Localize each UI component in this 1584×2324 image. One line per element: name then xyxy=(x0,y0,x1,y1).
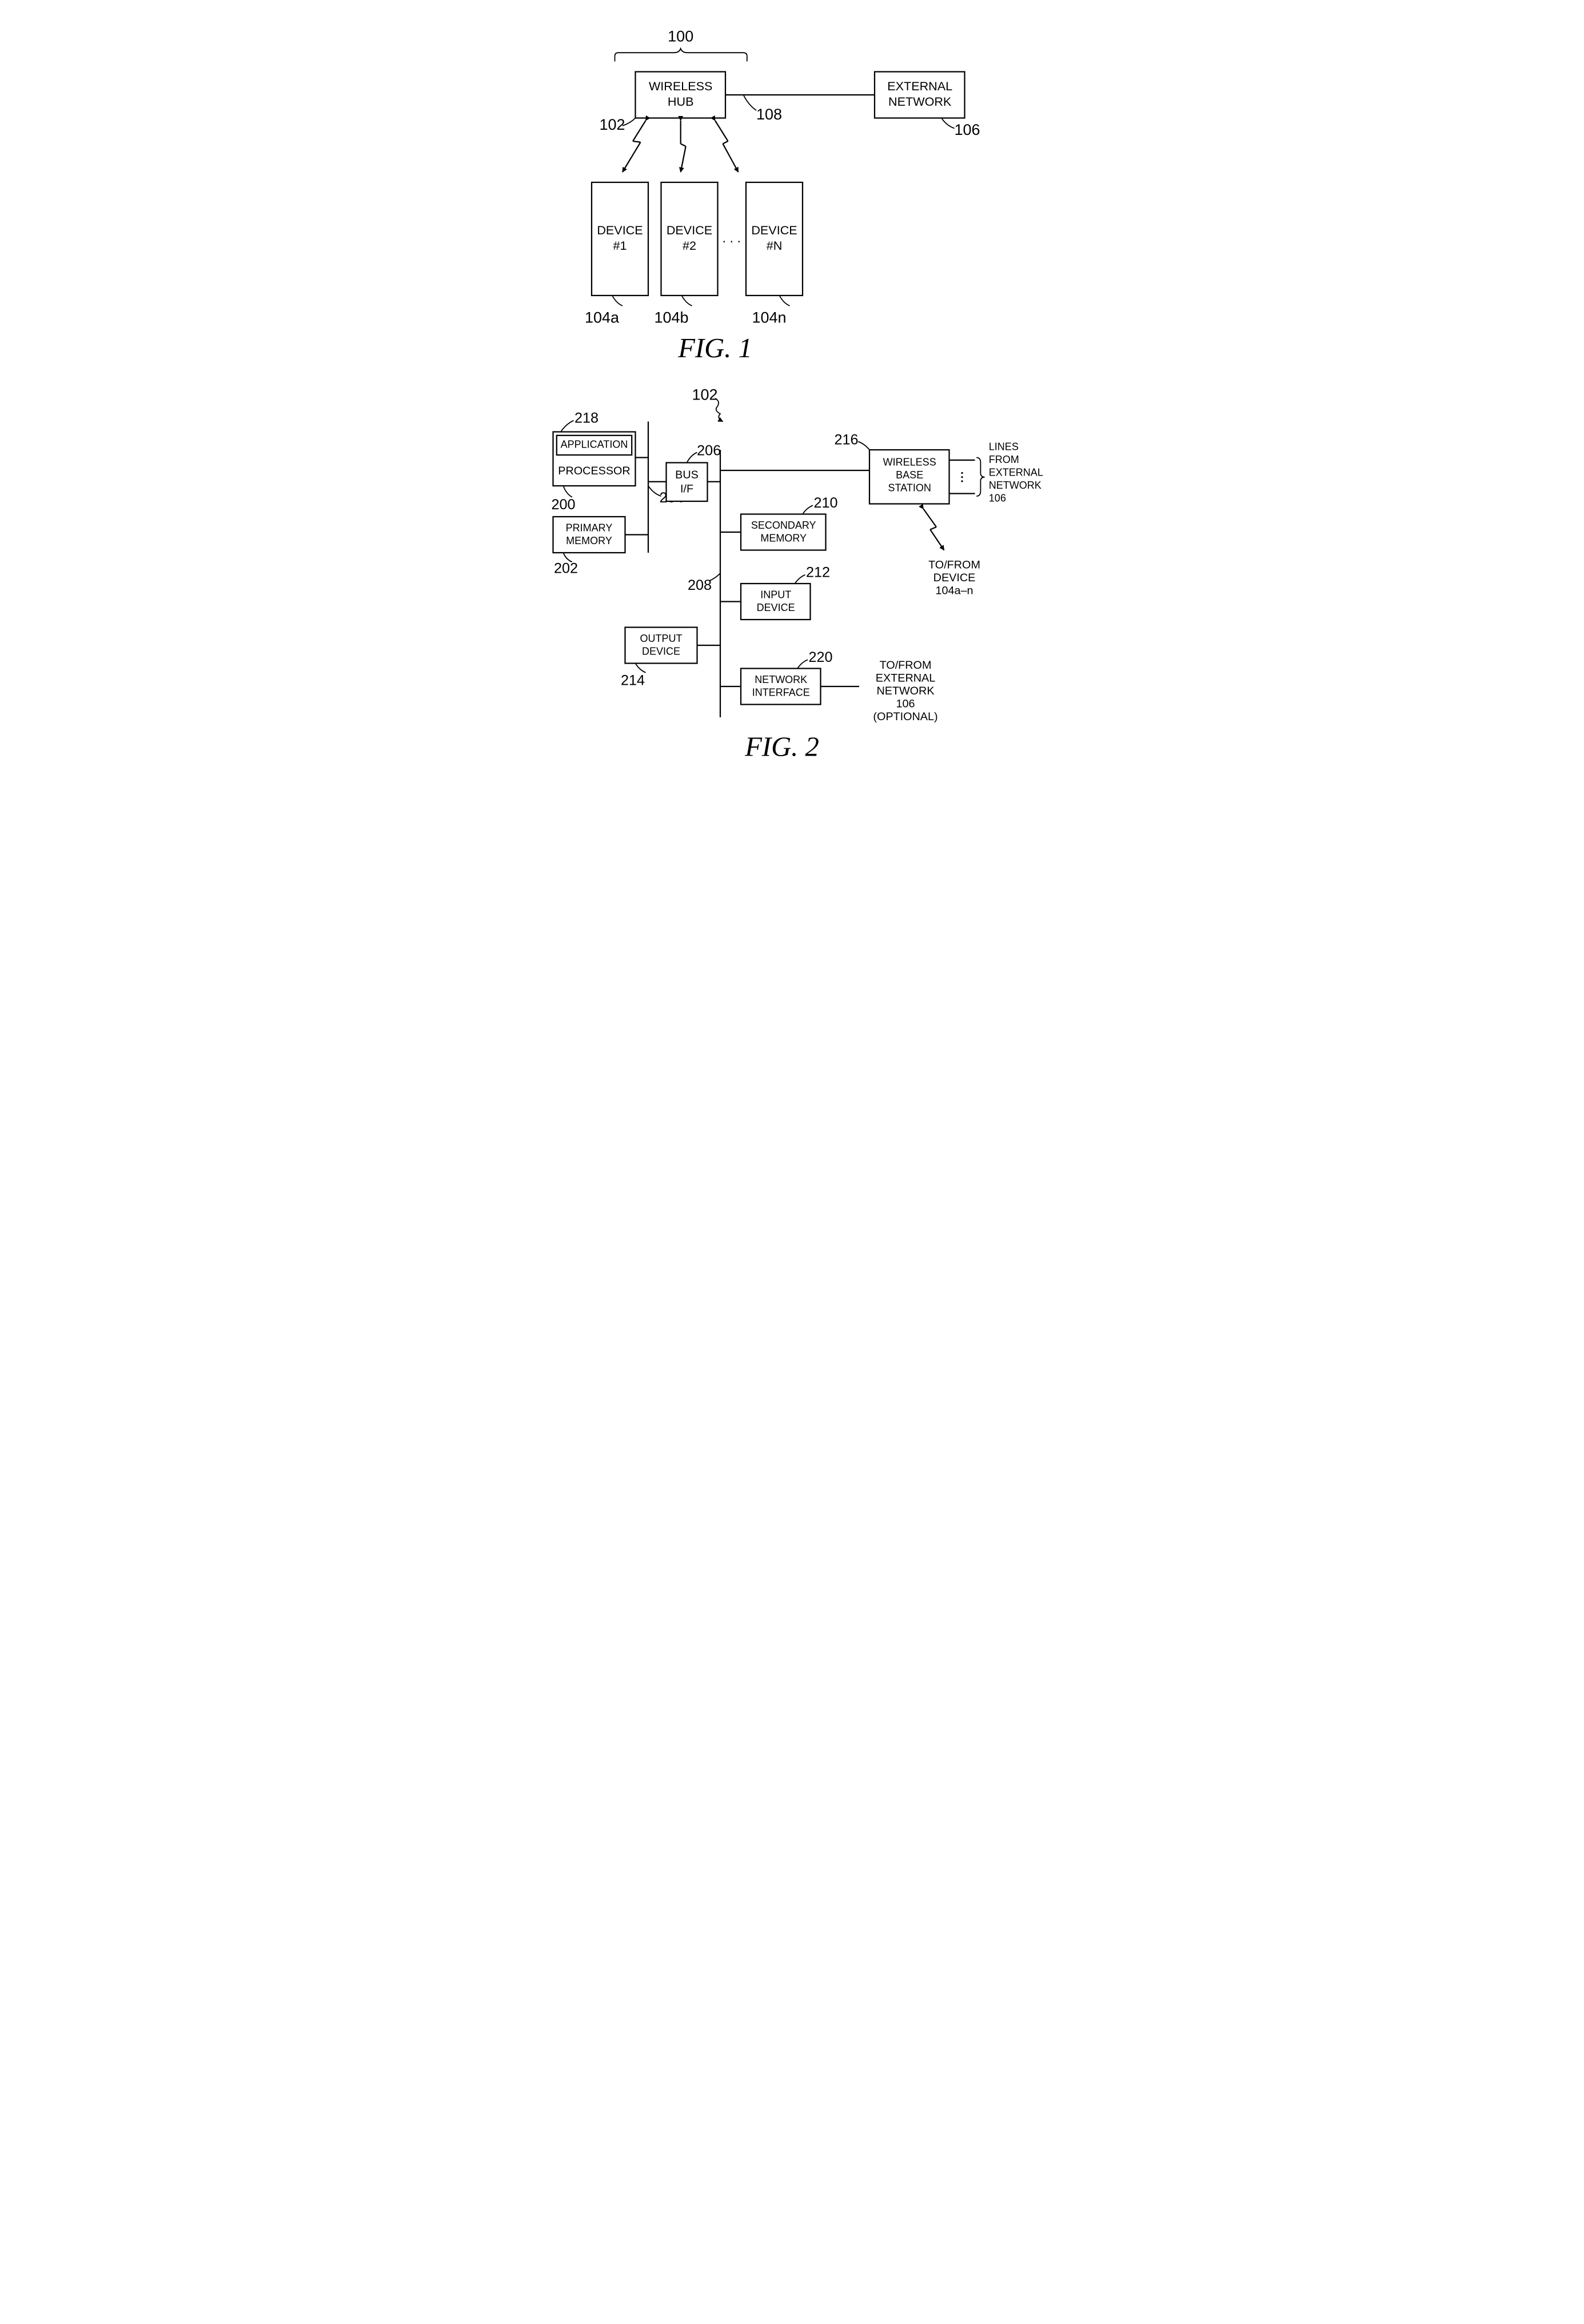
svg-text:INPUT: INPUT xyxy=(760,589,791,600)
svg-text:104a: 104a xyxy=(584,309,619,326)
ref-108: 108 xyxy=(756,106,781,123)
rf-arrows xyxy=(623,121,739,172)
rf-arrow-wbs: TO/FROM DEVICE 104a–n xyxy=(923,509,980,597)
svg-text:DEVICE: DEVICE xyxy=(756,602,795,613)
svg-text:WIRELESS: WIRELESS xyxy=(883,456,936,468)
svg-text:TO/FROM: TO/FROM xyxy=(928,559,980,572)
svg-text:PROCESSOR: PROCESSOR xyxy=(558,465,630,477)
svg-text:INTERFACE: INTERFACE xyxy=(752,686,809,698)
diagram-svg: 100 WIRELESS HUB 102 EXTERNAL NETWORK 10… xyxy=(535,23,1050,779)
svg-text:STATION: STATION xyxy=(888,482,931,493)
svg-text:DEVICE: DEVICE xyxy=(597,223,643,237)
svg-text:MEMORY: MEMORY xyxy=(760,532,807,544)
svg-text:OUTPUT: OUTPUT xyxy=(640,633,682,644)
svg-text:MEMORY: MEMORY xyxy=(566,535,612,546)
svg-text:200: 200 xyxy=(551,497,575,513)
ref-102b: 102 xyxy=(692,386,717,404)
ref-100: 100 xyxy=(668,27,693,45)
svg-text:DEVICE: DEVICE xyxy=(751,223,797,237)
svg-text:EXTERNAL: EXTERNAL xyxy=(988,466,1043,478)
network-interface-box: NETWORK INTERFACE 220 xyxy=(720,649,859,704)
ellipsis: . . . xyxy=(722,230,741,245)
svg-text:FROM: FROM xyxy=(988,454,1019,465)
svg-text:104b: 104b xyxy=(654,309,688,326)
input-device-box: INPUT DEVICE 212 xyxy=(720,565,830,620)
device-1: DEVICE #1 104a xyxy=(584,182,648,326)
fig1-title: FIG. 1 xyxy=(677,333,752,364)
svg-text:210: 210 xyxy=(813,495,837,511)
svg-text:106: 106 xyxy=(988,492,1006,504)
svg-text:104a–n: 104a–n xyxy=(935,585,973,597)
svg-text:218: 218 xyxy=(574,410,598,426)
processor-box: APPLICATION PROCESSOR 218 200 xyxy=(551,410,648,513)
ext-l1: EXTERNAL xyxy=(887,79,952,93)
svg-text:206: 206 xyxy=(697,442,721,458)
svg-text:BASE: BASE xyxy=(896,469,923,481)
svg-text:NETWORK: NETWORK xyxy=(876,685,934,697)
figure-1: 100 WIRELESS HUB 102 EXTERNAL NETWORK 10… xyxy=(584,27,980,364)
fig2-title: FIG. 2 xyxy=(744,732,819,762)
svg-text:202: 202 xyxy=(553,560,577,576)
svg-text:#N: #N xyxy=(766,238,782,253)
external-lines: LINES FROM EXTERNAL NETWORK 106 xyxy=(949,441,1043,504)
ref-106: 106 xyxy=(954,121,980,138)
output-device-box: OUTPUT DEVICE 214 xyxy=(620,628,720,689)
svg-text:LINES: LINES xyxy=(988,441,1018,452)
svg-text:214: 214 xyxy=(620,673,644,689)
ext-l2: NETWORK xyxy=(888,94,952,109)
svg-text:104n: 104n xyxy=(752,309,786,326)
device-n: DEVICE #N 104n xyxy=(746,182,803,326)
svg-text:#1: #1 xyxy=(613,238,627,253)
svg-text:SECONDARY: SECONDARY xyxy=(751,520,816,531)
svg-text:#2: #2 xyxy=(682,238,696,253)
device-2: DEVICE #2 104b xyxy=(654,182,717,326)
svg-text:220: 220 xyxy=(808,649,832,665)
svg-text:APPLICATION: APPLICATION xyxy=(560,439,628,450)
svg-text:PRIMARY: PRIMARY xyxy=(565,522,612,533)
to-from-external: TO/FROM EXTERNAL NETWORK 106 (OPTIONAL) xyxy=(873,659,937,723)
svg-text:NETWORK: NETWORK xyxy=(755,674,807,685)
figure-2: 102 204 208 APPLICATION PROCESSOR 218 20… xyxy=(551,386,1043,762)
wireless-base-station-box: WIRELESS BASE STATION 216 xyxy=(834,432,949,504)
svg-text:(OPTIONAL): (OPTIONAL) xyxy=(873,710,937,723)
ref-208: 208 xyxy=(687,577,711,593)
svg-text:DEVICE: DEVICE xyxy=(933,572,975,584)
svg-text:106: 106 xyxy=(896,698,915,710)
wireless-hub-l2: HUB xyxy=(667,94,693,109)
wireless-hub-l1: WIRELESS xyxy=(648,79,712,93)
svg-text:BUS: BUS xyxy=(675,469,699,481)
svg-text:DEVICE: DEVICE xyxy=(666,223,712,237)
svg-text:DEVICE: DEVICE xyxy=(641,645,680,657)
primary-memory-box: PRIMARY MEMORY 202 xyxy=(553,517,648,576)
svg-text:NETWORK: NETWORK xyxy=(988,480,1041,491)
svg-text:212: 212 xyxy=(805,565,829,581)
svg-text:TO/FROM: TO/FROM xyxy=(879,659,931,672)
svg-text:216: 216 xyxy=(834,432,858,448)
svg-text:EXTERNAL: EXTERNAL xyxy=(875,672,935,685)
svg-text:I/F: I/F xyxy=(680,483,693,496)
secondary-memory-box: SECONDARY MEMORY 210 xyxy=(720,495,838,550)
ref-102: 102 xyxy=(599,116,625,133)
